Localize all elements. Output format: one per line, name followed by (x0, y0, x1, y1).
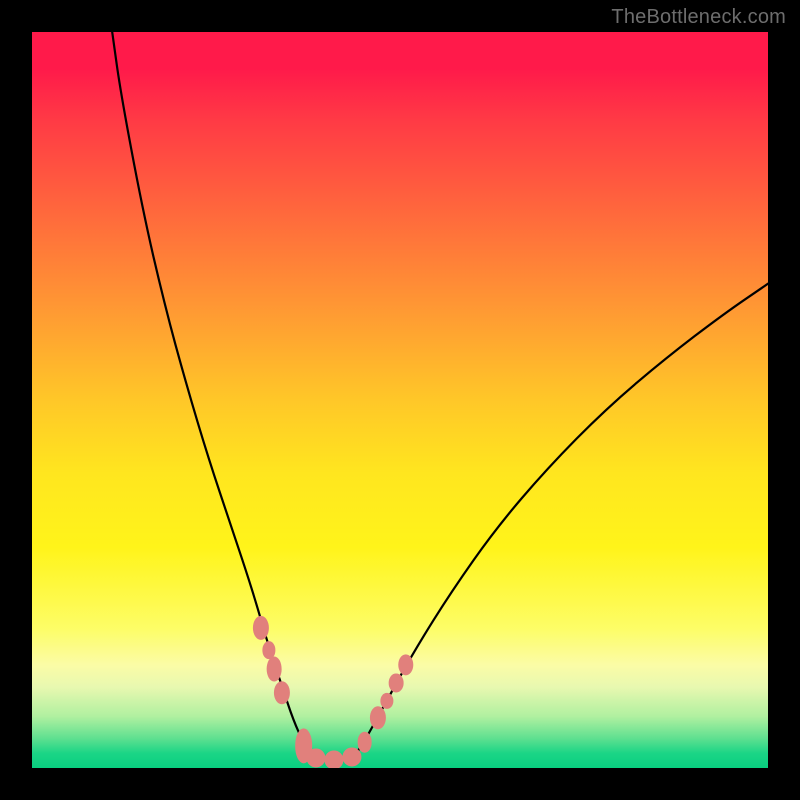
data-marker (370, 706, 386, 730)
plot-area (32, 32, 768, 768)
watermark-text: TheBottleneck.com (611, 6, 786, 29)
data-marker (267, 656, 282, 681)
data-marker (389, 674, 404, 693)
chart-frame: TheBottleneck.com (0, 0, 800, 800)
right-curve (349, 284, 769, 765)
data-marker (274, 681, 290, 705)
data-marker (357, 732, 372, 753)
left-curve (112, 32, 319, 764)
data-marker (324, 750, 343, 768)
